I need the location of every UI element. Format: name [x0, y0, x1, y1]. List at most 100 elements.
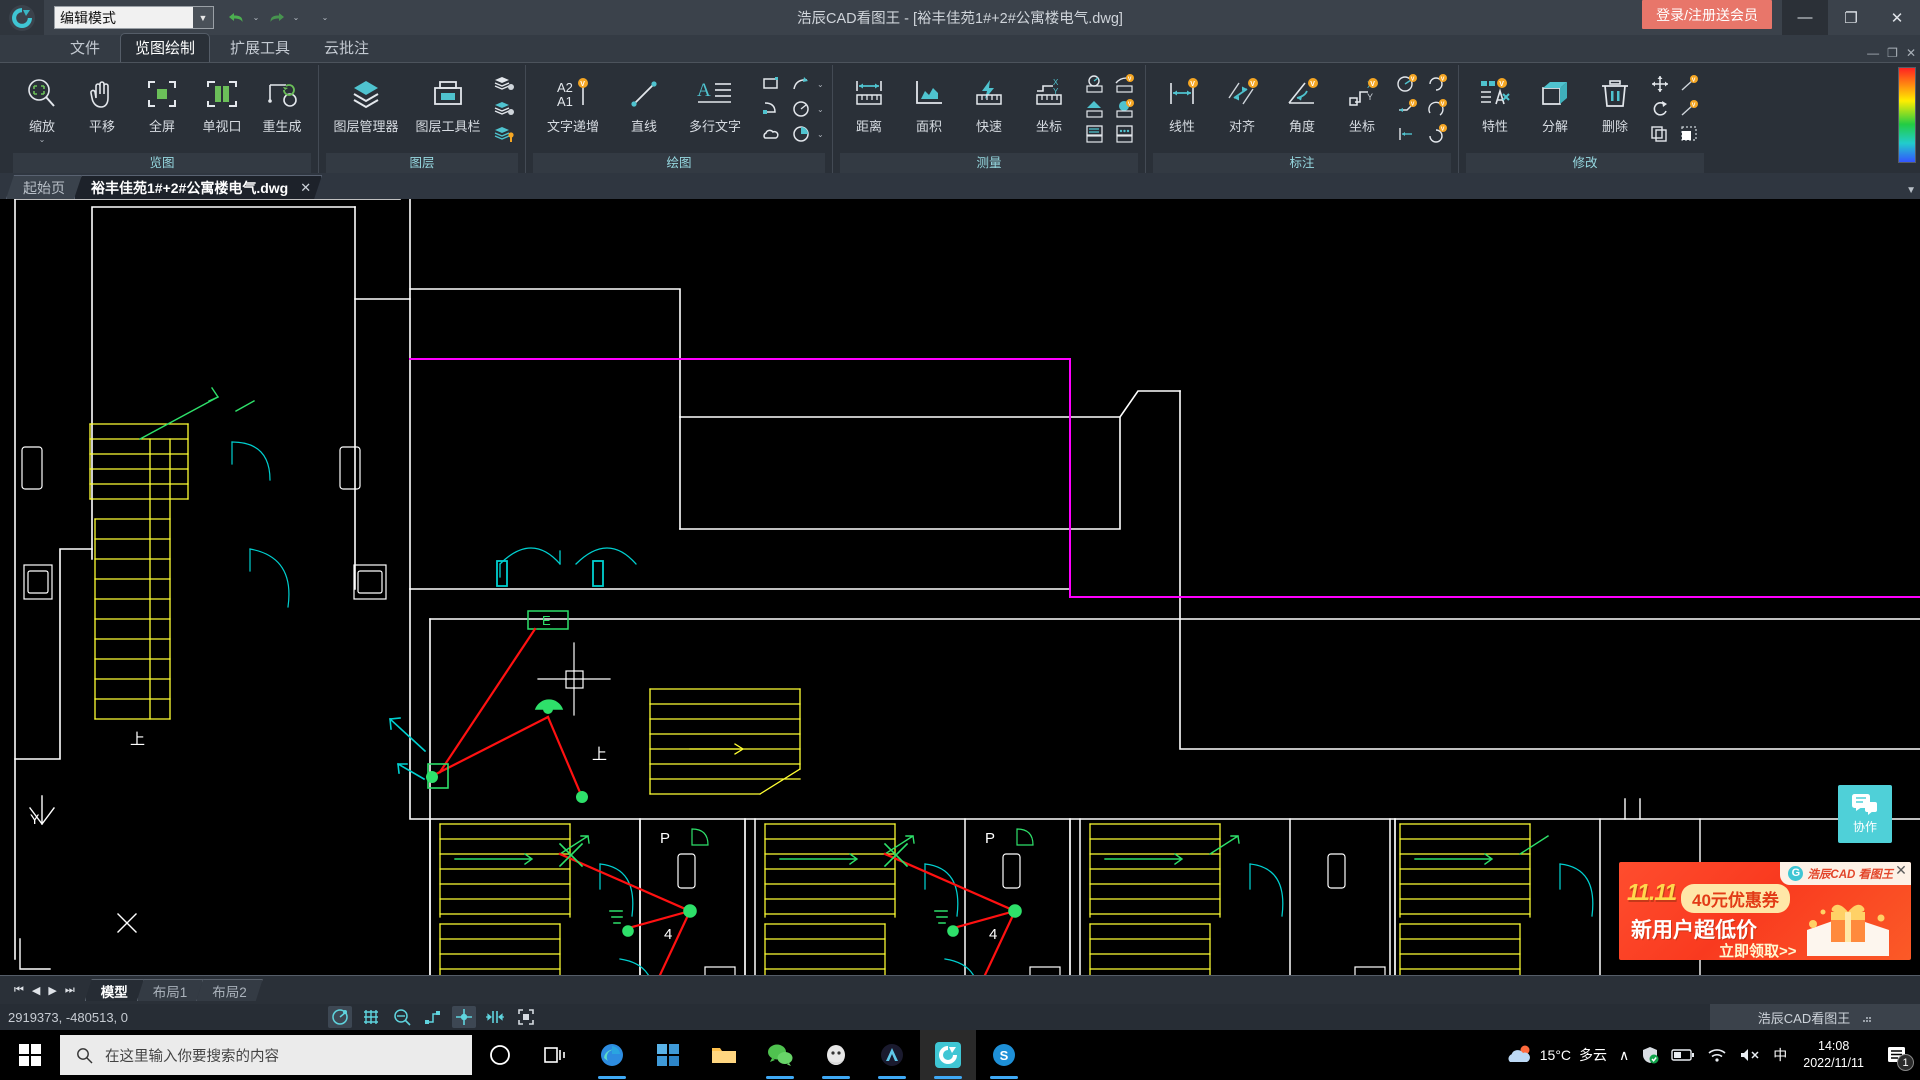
dim-baseline-icon[interactable]: [1393, 122, 1421, 146]
doctab-current-drawing[interactable]: 裕丰佳苑1#+2#公寓楼电气.dwg ✕: [74, 175, 322, 199]
ribbon-button-delete[interactable]: 删除: [1586, 70, 1644, 135]
layout-tab-model[interactable]: 模型: [85, 979, 144, 1001]
layer-isolate-icon[interactable]: [490, 97, 518, 121]
ribbon-button-fullscreen[interactable]: 全屏: [133, 70, 191, 135]
ribbon-button-layer-toolbar[interactable]: 图层工具栏: [408, 70, 488, 135]
layer-off-icon[interactable]: [490, 72, 518, 96]
taskbar-clock[interactable]: 14:08 2022/11/11: [1793, 1030, 1874, 1080]
ortho-icon[interactable]: [421, 1006, 445, 1028]
collaborate-button[interactable]: 协作: [1838, 785, 1892, 843]
qq-icon[interactable]: [808, 1030, 864, 1080]
chevron-down-icon[interactable]: ▼: [193, 7, 213, 28]
resize-grip-icon[interactable]: [1860, 1011, 1872, 1023]
haochen-cad-icon[interactable]: [920, 1030, 976, 1080]
qat-customize-icon[interactable]: ⌄: [318, 13, 332, 22]
rectangle-icon[interactable]: [757, 72, 785, 96]
ribbon-button-line[interactable]: 直线: [615, 70, 673, 135]
measure-angle-icon[interactable]: [1080, 97, 1108, 121]
ribbon-button-dim-aligned[interactable]: V 对齐: [1213, 70, 1271, 135]
rotate-icon[interactable]: [1646, 97, 1674, 121]
measure-list-icon[interactable]: [1080, 122, 1108, 146]
polar-tracking-icon[interactable]: [328, 1006, 352, 1028]
trim-icon[interactable]: [1676, 122, 1704, 146]
measure-radius-icon[interactable]: [1080, 72, 1108, 96]
redo-dropdown-icon[interactable]: ⌄: [289, 13, 303, 22]
microsoft-store-icon[interactable]: [640, 1030, 696, 1080]
ribbon-restore-icon[interactable]: ❐: [1887, 46, 1898, 60]
ribbon-close-icon[interactable]: ✕: [1906, 46, 1916, 60]
grid-icon[interactable]: [359, 1006, 383, 1028]
chevron-down-icon[interactable]: ⌄: [817, 80, 825, 89]
dim-diameter-icon[interactable]: V: [1423, 72, 1451, 96]
stretch-icon[interactable]: V: [1676, 72, 1704, 96]
cortana-icon[interactable]: [472, 1030, 528, 1080]
autodesk-icon[interactable]: [864, 1030, 920, 1080]
ribbon-button-mtext[interactable]: A 多行文字: [675, 70, 755, 135]
ribbon-button-single-viewport[interactable]: 单视口: [193, 70, 251, 135]
tab-file[interactable]: 文件: [56, 34, 114, 62]
next-layout-icon[interactable]: ▶: [48, 984, 56, 997]
ribbon-button-text-increment[interactable]: A2 A1 V 文字递增: [533, 70, 613, 135]
dynamic-input-icon[interactable]: [483, 1006, 507, 1028]
osnap-marker-icon[interactable]: [452, 1006, 476, 1028]
chevron-down-icon[interactable]: ⌄: [39, 136, 46, 144]
move-icon[interactable]: [1646, 72, 1674, 96]
color-palette[interactable]: [1898, 67, 1916, 163]
windows-start-icon[interactable]: [0, 1030, 60, 1080]
wechat-icon[interactable]: [752, 1030, 808, 1080]
tab-view-draw[interactable]: 览图绘制: [120, 33, 211, 62]
measure-arc-icon[interactable]: V: [1110, 72, 1138, 96]
chevron-down-icon[interactable]: ⌄: [817, 130, 825, 139]
battery-icon[interactable]: [1665, 1030, 1701, 1080]
redo-icon[interactable]: [266, 7, 286, 29]
ribbon-minimize-icon[interactable]: —: [1867, 46, 1879, 60]
tray-expand-icon[interactable]: ∧: [1613, 1030, 1635, 1080]
edge-icon[interactable]: [584, 1030, 640, 1080]
copy-icon[interactable]: [1646, 122, 1674, 146]
promo-banner[interactable]: G 浩辰CAD 看图王 ✕ 11.11 40元优惠券 新用户超低价 立即领取>>: [1619, 862, 1911, 960]
ribbon-button-zoom[interactable]: 缩放 ⌄: [13, 70, 71, 144]
ribbon-button-dim-linear[interactable]: V 线性: [1153, 70, 1211, 135]
file-explorer-icon[interactable]: [696, 1030, 752, 1080]
edit-mode-select[interactable]: 编辑模式 ▼: [54, 6, 214, 29]
doctab-close-icon[interactable]: ✕: [300, 180, 311, 196]
wifi-icon[interactable]: [1701, 1030, 1733, 1080]
ribbon-button-explode[interactable]: 分解: [1526, 70, 1584, 135]
ribbon-button-layer-manager[interactable]: 图层管理器: [326, 70, 406, 135]
layer-freeze-icon[interactable]: [490, 122, 518, 146]
ribbon-button-measure-area[interactable]: 面积: [900, 70, 958, 135]
layout-tab-layout1[interactable]: 布局1: [137, 979, 204, 1001]
measure-table-icon[interactable]: V: [1110, 97, 1138, 121]
weather-widget[interactable]: 15°C 多云: [1500, 1030, 1613, 1080]
polyline-icon[interactable]: [757, 97, 785, 121]
login-register-button[interactable]: 登录/注册送会员: [1642, 0, 1772, 29]
ime-indicator[interactable]: 中: [1767, 1030, 1793, 1080]
dim-radius-icon[interactable]: V: [1393, 72, 1421, 96]
prev-layout-icon[interactable]: ◀: [32, 984, 40, 997]
measure-text-icon[interactable]: [1110, 122, 1138, 146]
ribbon-button-measure-quick[interactable]: 快速: [960, 70, 1018, 135]
pie-icon[interactable]: [787, 122, 815, 146]
last-layout-icon[interactable]: ⏭: [65, 984, 75, 997]
cloud-icon[interactable]: [757, 122, 785, 146]
layout-tab-layout2[interactable]: 布局2: [196, 979, 263, 1001]
shield-icon[interactable]: [1635, 1030, 1665, 1080]
dim-arc-icon[interactable]: V: [1423, 97, 1451, 121]
skype-icon[interactable]: S: [976, 1030, 1032, 1080]
ribbon-button-pan[interactable]: 平移: [73, 70, 131, 135]
fullscreen-toggle-icon[interactable]: [514, 1006, 538, 1028]
undo-icon[interactable]: [226, 7, 246, 29]
circle-icon[interactable]: [787, 97, 815, 121]
scale-icon[interactable]: V: [1676, 97, 1704, 121]
ribbon-button-properties[interactable]: V 特性: [1466, 70, 1524, 135]
minimize-button[interactable]: —: [1782, 0, 1828, 35]
undo-dropdown-icon[interactable]: ⌄: [249, 13, 263, 22]
maximize-button[interactable]: ❐: [1828, 0, 1874, 35]
ribbon-button-regen[interactable]: 重生成: [253, 70, 311, 135]
close-button[interactable]: ✕: [1874, 0, 1920, 35]
dim-continue-icon[interactable]: V: [1423, 122, 1451, 146]
doctab-overflow-icon[interactable]: ▼: [1906, 185, 1916, 196]
doctab-start-page[interactable]: 起始页: [6, 175, 82, 199]
ribbon-button-dim-angular[interactable]: V 角度: [1273, 70, 1331, 135]
object-snap-icon[interactable]: [390, 1006, 414, 1028]
